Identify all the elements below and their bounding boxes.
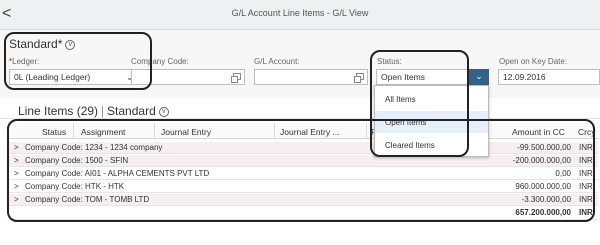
key-date-input[interactable]: 12.09.2016 xyxy=(498,69,600,85)
currency: INR xyxy=(579,143,593,152)
currency: INR xyxy=(579,169,593,178)
amount: 0,00 xyxy=(555,169,571,178)
chevron-down-icon[interactable]: v xyxy=(158,106,169,117)
status-dropdown-list: All Items Open Items Cleared Items xyxy=(374,85,489,157)
column-header-journal-entry[interactable]: Journal Entry xyxy=(161,127,211,137)
group-label: Company Code: AI01 - ALPHA CEMENTS PVT L… xyxy=(25,169,210,178)
gl-account-input[interactable] xyxy=(254,69,368,85)
table-row[interactable]: > Company Code: TOM - TOMB LTD -3.300.00… xyxy=(8,194,598,206)
table-row[interactable]: > Company Code: 1234 - 1234 company -99.… xyxy=(8,142,598,154)
group-label: Company Code: TOM - TOMB LTD xyxy=(25,195,150,204)
expand-icon[interactable]: > xyxy=(14,156,19,165)
group-label: Company Code: 1234 - 1234 company xyxy=(25,143,163,152)
currency: INR xyxy=(579,156,593,165)
total-row: 657.200.000,00 INR xyxy=(8,207,598,220)
column-divider xyxy=(73,123,74,139)
table-header: Status Assignment Journal Entry Journal … xyxy=(8,123,598,139)
expand-icon[interactable]: > xyxy=(14,182,19,191)
group-label: Company Code: 1500 - SFIN xyxy=(25,156,129,165)
chevron-down-icon[interactable]: ⌄ xyxy=(469,69,489,85)
status-label: Status: xyxy=(377,57,402,66)
table-variant-name[interactable]: Standard xyxy=(107,104,156,118)
variant-modified-marker: * xyxy=(57,37,63,51)
status-option-cleared-items[interactable]: Cleared Items xyxy=(375,134,488,156)
column-header-status[interactable]: Status xyxy=(42,127,66,137)
column-divider xyxy=(366,123,367,139)
amount: -3.300.000,00 xyxy=(521,195,571,204)
table-row[interactable]: > Company Code: AI01 - ALPHA CEMENTS PVT… xyxy=(8,168,598,180)
status-select[interactable]: Open Items ⌄ xyxy=(376,69,489,85)
expand-icon[interactable]: > xyxy=(14,195,19,204)
amount: -200.000.000,00 xyxy=(512,156,571,165)
total-amount: 657.200.000,00 xyxy=(515,208,571,217)
company-code-label: Company Code: xyxy=(131,57,189,66)
line-items-count: Line Items (29) xyxy=(18,104,99,118)
amount: 960.000.000,00 xyxy=(515,182,571,191)
line-items-title: Line Items (29) Standard v xyxy=(18,104,169,118)
amount: -99.500.000,00 xyxy=(517,143,571,152)
status-value: Open Items xyxy=(381,72,425,82)
ledger-label: *Ledger: xyxy=(9,57,39,66)
key-date-label: Open on Key Date: xyxy=(499,57,568,66)
column-header-journal-entry-2[interactable]: Journal Entry ... xyxy=(280,127,340,137)
group-label: Company Code: HTK - HTK xyxy=(25,182,125,191)
column-divider xyxy=(154,123,155,139)
company-code-input[interactable] xyxy=(131,69,245,85)
table-row[interactable]: > Company Code: 1500 - SFIN -200.000.000… xyxy=(8,155,598,167)
variant-name: Standard xyxy=(9,37,58,51)
chevron-down-icon[interactable]: v xyxy=(65,39,76,50)
gl-account-label: G/L Account: xyxy=(254,57,300,66)
expand-icon[interactable]: > xyxy=(14,169,19,178)
column-header-assignment[interactable]: Assignment xyxy=(81,127,125,137)
variant-selector[interactable]: Standard* v xyxy=(9,37,76,51)
column-header-amount[interactable]: Amount in CC xyxy=(512,127,565,137)
status-option-open-items[interactable]: Open Items xyxy=(375,111,488,133)
column-header-currency[interactable]: Crcy xyxy=(578,127,595,137)
key-date-value: 12.09.2016 xyxy=(503,72,546,82)
divider xyxy=(102,105,104,118)
currency: INR xyxy=(579,195,593,204)
app-title: G/L Account Line Items - G/L View xyxy=(231,8,369,18)
ledger-label-text: Ledger: xyxy=(12,57,40,66)
value-help-icon[interactable] xyxy=(354,73,364,83)
value-help-icon[interactable] xyxy=(231,73,241,83)
expand-icon[interactable]: > xyxy=(14,143,19,152)
currency: INR xyxy=(579,182,593,191)
total-currency: INR xyxy=(579,208,593,217)
table-row[interactable]: > Company Code: HTK - HTK 960.000.000,00… xyxy=(8,181,598,193)
status-option-all-items[interactable]: All Items xyxy=(375,88,488,110)
ledger-select[interactable]: 0L (Leading Ledger) ⌄ xyxy=(9,69,138,85)
ledger-value: 0L (Leading Ledger) xyxy=(14,72,91,82)
column-divider xyxy=(274,123,275,139)
